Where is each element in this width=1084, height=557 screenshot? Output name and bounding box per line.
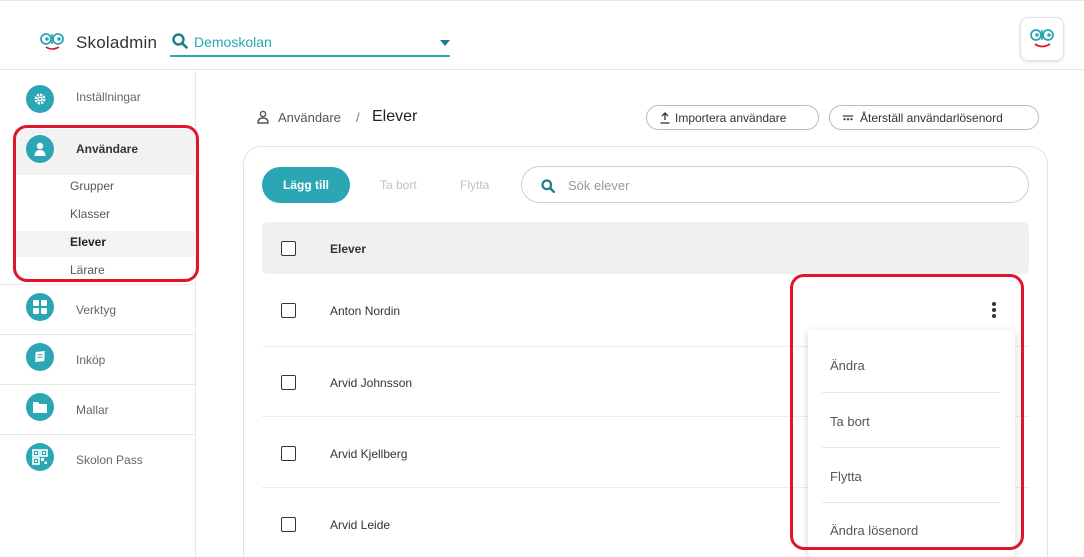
table-row[interactable]: Anton Nordin: [330, 304, 400, 318]
user-icon: [257, 110, 269, 124]
import-users-button[interactable]: Importera användare: [646, 105, 819, 130]
password-dots-icon: [842, 115, 854, 121]
school-select-value: Demoskolan: [194, 34, 272, 50]
remove-button[interactable]: Ta bort: [380, 178, 417, 192]
skolon-logo-icon: [40, 33, 64, 50]
add-button[interactable]: Lägg till: [262, 167, 350, 203]
sidebar-item-mallar[interactable]: Mallar: [0, 385, 196, 435]
search-input[interactable]: Sök elever: [521, 166, 1029, 203]
app-title: Skoladmin: [76, 33, 158, 52]
sidebar-item-label: Verktyg: [76, 303, 117, 317]
sidebar-item-skolon-pass[interactable]: Skolon Pass: [0, 435, 196, 485]
book-icon: [35, 351, 45, 362]
table-row[interactable]: Arvid Kjellberg: [330, 447, 407, 461]
skolon-logo-icon: [1030, 29, 1054, 48]
row-checkbox[interactable]: [281, 446, 296, 461]
folder-icon: [33, 402, 47, 413]
table-header: [262, 222, 1029, 274]
nav-icon-bg: [26, 343, 54, 371]
chevron-down-icon[interactable]: [440, 40, 450, 46]
table-row[interactable]: Arvid Johnsson: [330, 376, 412, 390]
sidebar-item-label: Skolon Pass: [76, 453, 143, 467]
table-row[interactable]: Arvid Leide: [330, 518, 390, 532]
gear-icon: [34, 93, 46, 105]
nav-icon-bg: [26, 293, 54, 321]
app-switcher-button[interactable]: [1020, 17, 1064, 61]
nav-icon-bg: [26, 443, 54, 471]
nav-icon-bg: [26, 85, 54, 113]
annotation-highlight-menu: [790, 274, 1024, 550]
import-users-label: Importera användare: [675, 111, 787, 125]
search-icon: [541, 179, 555, 193]
search-icon: [172, 33, 188, 49]
page-title: Elever: [372, 108, 418, 125]
top-bar: Skoladmin Demoskolan: [0, 0, 1084, 70]
row-checkbox[interactable]: [281, 303, 296, 318]
nav-icon-bg: [26, 393, 54, 421]
sidebar-item-label: Inköp: [76, 353, 106, 367]
select-all-checkbox[interactable]: [281, 241, 296, 256]
sidebar-item-installningar[interactable]: Inställningar: [0, 71, 196, 121]
grid-icon: [33, 300, 47, 314]
sidebar-item-verktyg[interactable]: Verktyg: [0, 285, 196, 335]
move-button[interactable]: Flytta: [460, 178, 489, 192]
qr-icon: [32, 449, 48, 465]
upload-icon: [660, 112, 670, 124]
sidebar-item-inkop[interactable]: Inköp: [0, 335, 196, 385]
search-placeholder: Sök elever: [568, 178, 630, 193]
annotation-highlight-sidebar: [13, 125, 199, 282]
reset-passwords-button[interactable]: Återställ användarlösenord: [829, 105, 1039, 130]
breadcrumb-parent[interactable]: Användare: [278, 110, 341, 125]
breadcrumb-separator: /: [356, 110, 360, 125]
sidebar-item-label: Inställningar: [76, 90, 141, 104]
row-checkbox[interactable]: [281, 517, 296, 532]
row-checkbox[interactable]: [281, 375, 296, 390]
sidebar-item-label: Mallar: [76, 403, 109, 417]
school-select[interactable]: Demoskolan: [170, 29, 450, 57]
reset-passwords-label: Återställ användarlösenord: [860, 111, 1003, 125]
column-header-elever: Elever: [330, 242, 367, 256]
